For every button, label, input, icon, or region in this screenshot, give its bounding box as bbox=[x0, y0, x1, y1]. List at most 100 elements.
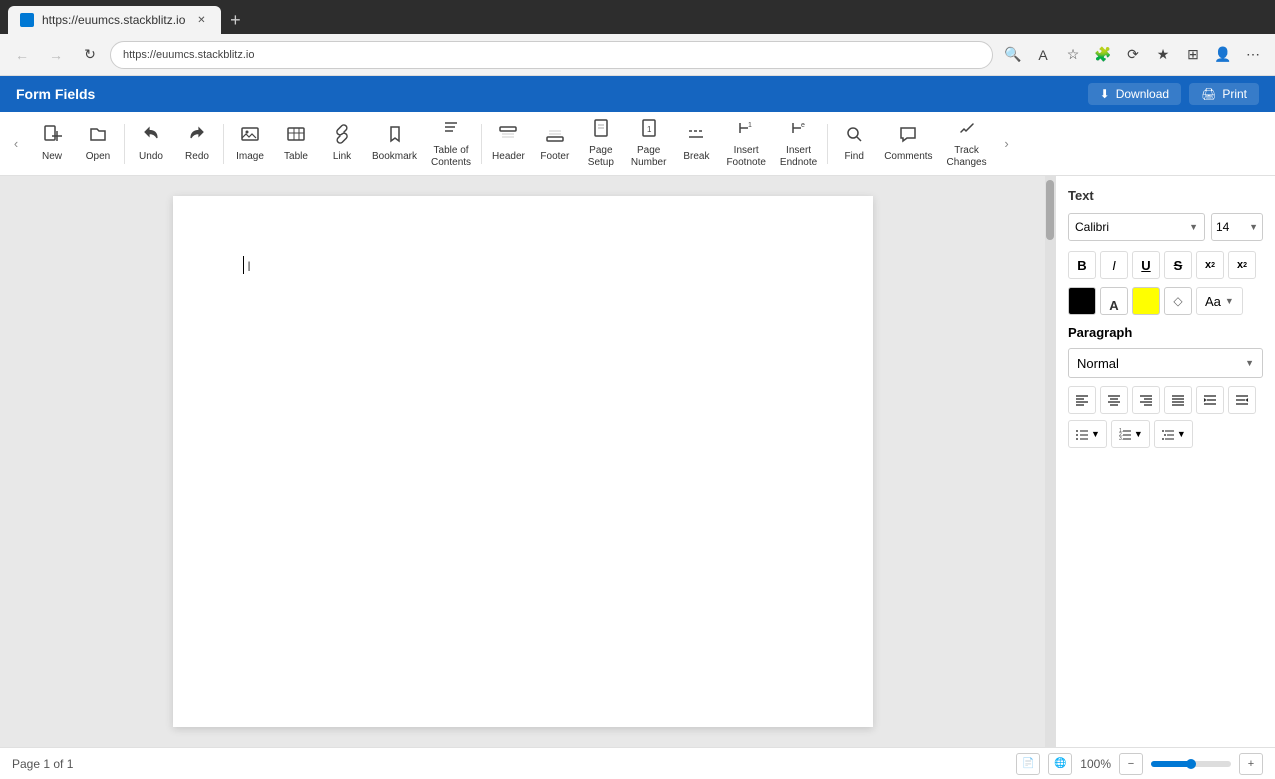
sep1 bbox=[124, 124, 125, 164]
list-row: ▼ 1.2.3. ▼ ▼ bbox=[1068, 420, 1263, 448]
align-justify-button[interactable] bbox=[1164, 386, 1192, 414]
toolbar-new[interactable]: New bbox=[30, 116, 74, 172]
tab-close-button[interactable]: ✕ bbox=[193, 12, 209, 28]
font-name-dropdown[interactable]: Calibri ▼ bbox=[1068, 213, 1205, 241]
comments-icon bbox=[898, 124, 918, 149]
document-scroll[interactable]: I bbox=[0, 176, 1045, 747]
status-right: 📄 🌐 100% − + bbox=[1016, 753, 1263, 775]
aa-chevron: ▼ bbox=[1225, 296, 1234, 306]
underline-button[interactable]: U bbox=[1132, 251, 1160, 279]
svg-text:1: 1 bbox=[748, 122, 752, 129]
main-layout: I Text Calibri ▼ 14 ▼ B I U S x2 bbox=[0, 176, 1275, 747]
highlight-yellow[interactable] bbox=[1132, 287, 1160, 315]
ordered-list-button[interactable]: 1.2.3. ▼ bbox=[1111, 420, 1150, 448]
toolbar-find[interactable]: Find bbox=[832, 116, 876, 172]
view-web-button[interactable]: 🌐 bbox=[1048, 753, 1072, 775]
browser-tab-bar: https://euumcs.stackblitz.io ✕ + bbox=[0, 0, 1275, 34]
toolbar-next-button[interactable]: › bbox=[995, 116, 1019, 172]
superscript-button[interactable]: x2 bbox=[1196, 251, 1224, 279]
text-color-black[interactable] bbox=[1068, 287, 1096, 315]
unordered-list-button[interactable]: ▼ bbox=[1068, 420, 1107, 448]
toolbar-header-label: Header bbox=[492, 151, 525, 163]
toolbar-image-label: Image bbox=[236, 151, 264, 163]
paragraph-style-dropdown[interactable]: Normal ▼ bbox=[1068, 348, 1263, 378]
collections-icon[interactable]: ⊞ bbox=[1179, 41, 1207, 69]
indent-left-button[interactable] bbox=[1196, 386, 1224, 414]
search-icon[interactable]: 🔍 bbox=[999, 41, 1027, 69]
toolbar-open-label: Open bbox=[86, 151, 110, 163]
toolbar-footer[interactable]: Footer bbox=[533, 116, 577, 172]
toolbar-insert-footnote[interactable]: 1 InsertFootnote bbox=[720, 116, 771, 172]
back-button[interactable]: ← bbox=[8, 41, 36, 69]
bold-button[interactable]: B bbox=[1068, 251, 1096, 279]
zoom-in-button[interactable]: + bbox=[1239, 753, 1263, 775]
toolbar-break[interactable]: Break bbox=[674, 116, 718, 172]
toolbar-undo[interactable]: Undo bbox=[129, 116, 173, 172]
toolbar-insert-endnote[interactable]: e InsertEndnote bbox=[774, 116, 823, 172]
toolbar-table-label: Table bbox=[284, 151, 308, 163]
settings-icon[interactable]: ⋯ bbox=[1239, 41, 1267, 69]
align-right-button[interactable] bbox=[1132, 386, 1160, 414]
profile-icon[interactable]: 👤 bbox=[1209, 41, 1237, 69]
document-page[interactable]: I bbox=[173, 196, 873, 727]
text-cursor bbox=[243, 256, 244, 274]
fav-icon[interactable]: ☆ bbox=[1059, 41, 1087, 69]
toolbar-page-number[interactable]: 1 PageNumber bbox=[625, 116, 673, 172]
subscript-button[interactable]: x2 bbox=[1228, 251, 1256, 279]
print-button[interactable]: 🖨 Print bbox=[1189, 83, 1259, 105]
toolbar-toc[interactable]: Table ofContents bbox=[425, 116, 477, 172]
font-size-dropdown[interactable]: 14 ▼ bbox=[1211, 213, 1263, 241]
favorites-icon[interactable]: ★ bbox=[1149, 41, 1177, 69]
zoom-slider[interactable] bbox=[1151, 761, 1231, 767]
clear-format[interactable]: ◇ bbox=[1164, 287, 1192, 315]
strikethrough-button[interactable]: S bbox=[1164, 251, 1192, 279]
toolbar-prev-button[interactable]: ‹ bbox=[4, 116, 28, 172]
toolbar-comments[interactable]: Comments bbox=[878, 116, 938, 172]
toolbar-bookmark-label: Bookmark bbox=[372, 151, 417, 163]
align-left-button[interactable] bbox=[1068, 386, 1096, 414]
toolbar-open[interactable]: Open bbox=[76, 116, 120, 172]
multilevel-list-button[interactable]: ▼ bbox=[1154, 420, 1193, 448]
view-print-button[interactable]: 📄 bbox=[1016, 753, 1040, 775]
ordered-list-chevron: ▼ bbox=[1134, 429, 1143, 439]
aa-button[interactable]: Aa ▼ bbox=[1196, 287, 1243, 315]
zoom-out-button[interactable]: − bbox=[1119, 753, 1143, 775]
toolbar-header[interactable]: Header bbox=[486, 116, 531, 172]
toolbar-bookmark[interactable]: Bookmark bbox=[366, 116, 423, 172]
new-tab-button[interactable]: + bbox=[221, 6, 249, 34]
refresh2-icon[interactable]: ⟳ bbox=[1119, 41, 1147, 69]
extensions-icon[interactable]: 🧩 bbox=[1089, 41, 1117, 69]
zoom-fill bbox=[1151, 761, 1191, 767]
color-row: A ◇ Aa ▼ bbox=[1068, 287, 1263, 315]
tab-favicon bbox=[20, 13, 34, 27]
sep3 bbox=[481, 124, 482, 164]
indent-right-button[interactable] bbox=[1228, 386, 1256, 414]
zoom-level: 100% bbox=[1080, 757, 1111, 771]
unordered-list-chevron: ▼ bbox=[1091, 429, 1100, 439]
toolbar-image[interactable]: Image bbox=[228, 116, 272, 172]
align-center-button[interactable] bbox=[1100, 386, 1128, 414]
toolbar-link-label: Link bbox=[333, 151, 351, 163]
paragraph-style-chevron: ▼ bbox=[1245, 358, 1254, 368]
svg-text:1: 1 bbox=[647, 125, 652, 134]
text-color-white[interactable]: A bbox=[1100, 287, 1128, 315]
scrollbar-thumb[interactable] bbox=[1046, 180, 1054, 240]
toolbar-link[interactable]: Link bbox=[320, 116, 364, 172]
italic-button[interactable]: I bbox=[1100, 251, 1128, 279]
download-button[interactable]: ⬇ Download bbox=[1088, 83, 1181, 105]
read-mode-icon[interactable]: A bbox=[1029, 41, 1057, 69]
right-panel: Text Calibri ▼ 14 ▼ B I U S x2 x2 A bbox=[1055, 176, 1275, 747]
page-number-icon: 1 bbox=[639, 118, 659, 143]
aa-label: Aa bbox=[1205, 294, 1221, 309]
address-bar[interactable]: https://euumcs.stackblitz.io bbox=[110, 41, 993, 69]
tab-title: https://euumcs.stackblitz.io bbox=[42, 13, 185, 27]
forward-button[interactable]: → bbox=[42, 41, 70, 69]
toolbar-table[interactable]: Table bbox=[274, 116, 318, 172]
browser-tab[interactable]: https://euumcs.stackblitz.io ✕ bbox=[8, 6, 221, 34]
toolbar-page-setup[interactable]: PageSetup bbox=[579, 116, 623, 172]
toolbar-redo[interactable]: Redo bbox=[175, 116, 219, 172]
refresh-button[interactable]: ↻ bbox=[76, 41, 104, 69]
toolbar-track-changes[interactable]: TrackChanges bbox=[941, 116, 993, 172]
zoom-handle[interactable] bbox=[1186, 759, 1196, 769]
scrollbar-track[interactable] bbox=[1045, 176, 1055, 747]
